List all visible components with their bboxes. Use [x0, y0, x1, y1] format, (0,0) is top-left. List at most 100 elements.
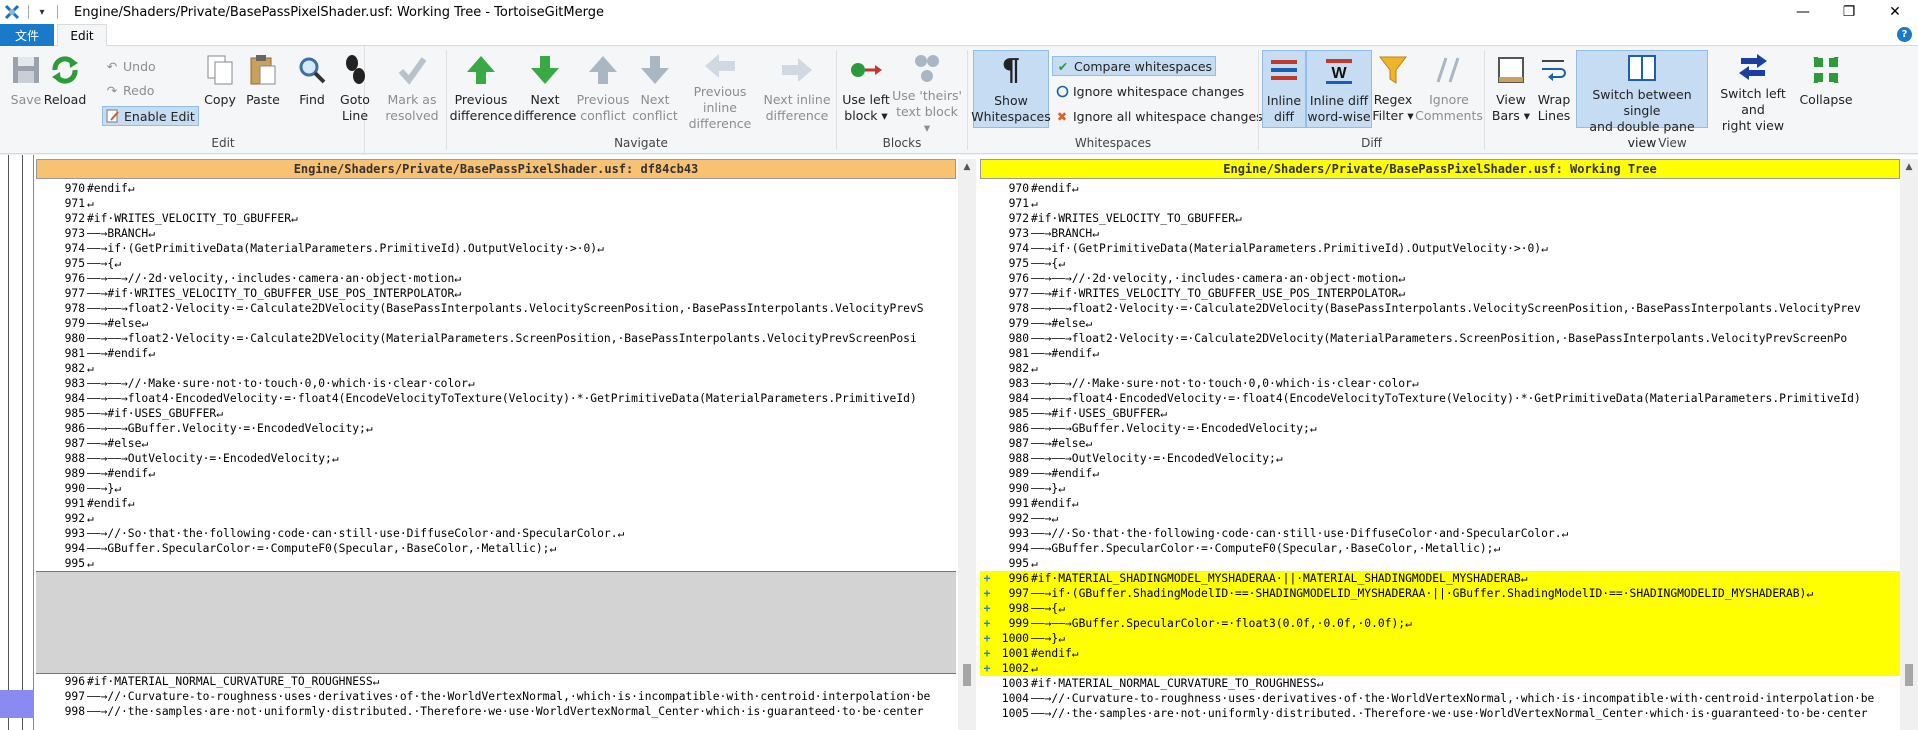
code-line[interactable]: 981 ——→#endif↵ [36, 346, 956, 361]
previous-difference-button[interactable]: Previous difference [450, 50, 512, 128]
code-line[interactable]: 982 ↵ [36, 361, 956, 376]
line-text[interactable]: ↵ [87, 557, 94, 570]
line-text[interactable]: ——→——→float4·EncodedVelocity·=·float4(En… [87, 392, 917, 405]
code-line[interactable]: 972 #if·WRITES_VELOCITY_TO_GBUFFER↵ [980, 211, 1900, 226]
quick-access-dropdown-icon[interactable]: ▾ [35, 7, 49, 18]
paste-button[interactable]: Paste [244, 50, 282, 128]
line-text[interactable]: ——→//·Curvature-to-roughness·uses·deriva… [1031, 692, 1874, 705]
code-line[interactable]: 979 ——→#else↵ [36, 316, 956, 331]
left-vertical-scrollbar[interactable]: ▲ [958, 159, 976, 730]
line-text[interactable]: ——→#else↵ [87, 317, 148, 330]
show-whitespaces-button[interactable]: ¶ Show Whitespaces [971, 50, 1051, 128]
code-line[interactable]: 973 ——→BRANCH↵ [980, 226, 1900, 241]
code-line[interactable]: 990 ——→}↵ [980, 481, 1900, 496]
line-text[interactable]: ——→——→float2·Velocity·=·Calculate2DVeloc… [87, 302, 924, 315]
line-text[interactable]: ——→//·the·samples·are·not·uniformly·dist… [1031, 707, 1868, 720]
collapse-button[interactable]: Collapse [1798, 50, 1854, 128]
code-line[interactable]: 989 ——→#endif↵ [980, 466, 1900, 481]
switch-single-double-pane-button[interactable]: Switch between single and double pane vi… [1576, 50, 1708, 150]
code-line[interactable]: 985 ——→#if·USES_GBUFFER↵ [980, 406, 1900, 421]
added-code-line[interactable]: +1002 ↵ [980, 661, 1900, 676]
scroll-up-icon[interactable]: ▲ [958, 159, 976, 175]
line-text[interactable]: ——→#endif↵ [1031, 347, 1099, 360]
added-code-line[interactable]: +996 #if·MATERIAL_SHADINGMODEL_MYSHADERAA… [980, 571, 1900, 586]
next-inline-difference-button[interactable]: Next inline difference [762, 50, 832, 128]
code-line[interactable]: 978 ——→——→float2·Velocity·=·Calculate2DVe… [36, 301, 956, 316]
line-text[interactable]: #endif↵ [87, 497, 135, 510]
code-line[interactable]: 976 ——→——→//·2d·velocity,·includes·camera… [36, 271, 956, 286]
line-text[interactable]: ——→——→float2·Velocity·=·Calculate2DVeloc… [1031, 332, 1847, 345]
code-line[interactable]: 993 ——→//·So·that·the·following·code·can·… [36, 526, 956, 541]
added-code-line[interactable]: +1001 #endif↵ [980, 646, 1900, 661]
save-button[interactable]: Save [6, 50, 46, 128]
code-line[interactable]: 975 ——→{↵ [36, 256, 956, 271]
code-line[interactable]: 990 ——→}↵ [36, 481, 956, 496]
compare-whitespaces-option[interactable]: ✔ Compare whitespaces [1052, 56, 1217, 76]
left-pane[interactable]: Engine/Shaders/Private/BasePassPixelShad… [36, 159, 956, 730]
line-text[interactable]: ↵ [87, 512, 94, 525]
line-text[interactable]: ——→//·the·samples·are·not·uniformly·dist… [87, 705, 924, 718]
code-line[interactable]: 977 ——→#if·WRITES_VELOCITY_TO_GBUFFER_USE… [36, 286, 956, 301]
code-line[interactable]: 988 ——→——→OutVelocity·=·EncodedVelocity;↵ [36, 451, 956, 466]
code-line[interactable]: 991 #endif↵ [36, 496, 956, 511]
line-text[interactable]: ↵ [1031, 557, 1038, 570]
line-text[interactable]: ——→if·(GBuffer.ShadingModelID·==·SHADING… [1031, 587, 1813, 600]
line-text[interactable]: ——→if·(GetPrimitiveData(MaterialParamete… [1031, 242, 1548, 255]
code-line[interactable]: 974 ——→if·(GetPrimitiveData(MaterialParam… [36, 241, 956, 256]
code-line[interactable]: 980 ——→——→float2·Velocity·=·Calculate2DVe… [980, 331, 1900, 346]
line-text[interactable]: ——→——→GBuffer.Velocity·=·EncodedVelocity… [1031, 422, 1317, 435]
line-text[interactable]: ↵ [87, 197, 94, 210]
line-text[interactable]: ↵ [87, 362, 94, 375]
line-text[interactable]: ——→#endif↵ [87, 347, 155, 360]
mark-as-resolved-button[interactable]: Mark as resolved [384, 50, 440, 128]
line-text[interactable]: ——→GBuffer.SpecularColor·=·ComputeF0(Spe… [87, 542, 556, 555]
line-text[interactable]: #if·MATERIAL_NORMAL_CURVATURE_TO_ROUGHNE… [1031, 677, 1323, 690]
line-text[interactable]: ——→——→//·2d·velocity,·includes·camera·an… [87, 272, 461, 285]
line-text[interactable]: ——→{↵ [87, 257, 121, 270]
code-line[interactable]: 977 ——→#if·WRITES_VELOCITY_TO_GBUFFER_USE… [980, 286, 1900, 301]
line-text[interactable]: ——→#endif↵ [1031, 467, 1099, 480]
line-text[interactable]: ——→}↵ [1031, 482, 1065, 495]
line-text[interactable]: ——→——→GBuffer.Velocity·=·EncodedVelocity… [87, 422, 373, 435]
view-bars-button[interactable]: View Bars ▾ [1490, 50, 1532, 128]
code-line[interactable]: 992 ——→↵ [980, 511, 1900, 526]
line-text[interactable]: #if·MATERIAL_NORMAL_CURVATURE_TO_ROUGHNE… [87, 675, 379, 688]
scroll-thumb[interactable] [963, 664, 971, 686]
scroll-thumb[interactable] [1905, 664, 1913, 686]
goto-line-button[interactable]: Goto Line [336, 50, 374, 128]
line-text[interactable]: ——→#if·WRITES_VELOCITY_TO_GBUFFER_USE_PO… [1031, 287, 1405, 300]
code-line[interactable]: 1003 #if·MATERIAL_NORMAL_CURVATURE_TO_ROU… [980, 676, 1900, 691]
line-text[interactable]: ——→#if·WRITES_VELOCITY_TO_GBUFFER_USE_PO… [87, 287, 461, 300]
wrap-lines-button[interactable]: Wrap Lines [1534, 50, 1574, 128]
line-text[interactable]: ——→#else↵ [1031, 437, 1092, 450]
maximize-button[interactable]: ❐ [1826, 0, 1872, 24]
close-button[interactable]: ✕ [1872, 0, 1918, 24]
code-line[interactable]: 980 ——→——→float2·Velocity·=·Calculate2DVe… [36, 331, 956, 346]
previous-inline-difference-button[interactable]: Previous inline difference [676, 50, 764, 131]
copy-button[interactable]: Copy [203, 50, 237, 128]
switch-left-right-view-button[interactable]: Switch left and right view [1710, 50, 1796, 133]
line-text[interactable]: ——→——→float4·EncodedVelocity·=·float4(En… [1031, 392, 1861, 405]
line-text[interactable]: ——→//·So·that·the·following·code·can·sti… [87, 527, 624, 540]
code-line[interactable]: 978 ——→——→float2·Velocity·=·Calculate2DVe… [980, 301, 1900, 316]
line-text[interactable]: #endif↵ [1031, 647, 1079, 660]
code-line[interactable]: 994 ——→GBuffer.SpecularColor·=·ComputeF0(… [980, 541, 1900, 556]
code-line[interactable]: 996 #if·MATERIAL_NORMAL_CURVATURE_TO_ROUG… [36, 674, 956, 689]
line-text[interactable]: ——→#endif↵ [87, 467, 155, 480]
line-text[interactable]: #if·WRITES_VELOCITY_TO_GBUFFER↵ [1031, 212, 1242, 225]
redo-button[interactable]: ↷ Redo [102, 80, 157, 100]
code-line[interactable]: 983 ——→——→//·Make·sure·not·to·touch·0,0·w… [36, 376, 956, 391]
line-text[interactable]: ——→//·Curvature-to-roughness·uses·deriva… [87, 690, 930, 703]
code-line[interactable]: 998 ——→//·the·samples·are·not·uniformly·d… [36, 704, 956, 719]
tortoisegit-app-icon[interactable] [4, 4, 20, 20]
line-text[interactable]: ——→}↵ [1031, 632, 1065, 645]
added-code-line[interactable]: +999 ——→——→GBuffer.SpecularColor·=·float3… [980, 616, 1900, 631]
tab-edit[interactable]: Edit [57, 24, 107, 47]
added-code-line[interactable]: +998 ——→{↵ [980, 601, 1900, 616]
next-conflict-button[interactable]: Next conflict [630, 50, 680, 128]
added-code-line[interactable]: +997 ——→if·(GBuffer.ShadingModelID·==·SHA… [980, 586, 1900, 601]
line-text[interactable]: ——→{↵ [1031, 257, 1065, 270]
locator-bar[interactable] [0, 155, 34, 730]
help-icon[interactable]: ? [1897, 27, 1912, 42]
code-line[interactable]: 983 ——→——→//·Make·sure·not·to·touch·0,0·w… [980, 376, 1900, 391]
